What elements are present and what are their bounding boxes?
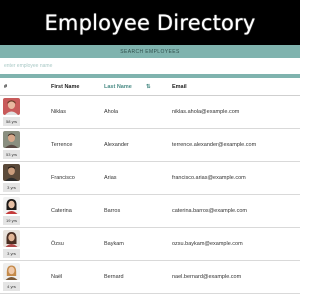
column-header-index: # xyxy=(4,84,8,90)
last-name-cell: Bernard xyxy=(104,274,124,280)
avatar-cell: 3 yrs xyxy=(3,230,20,259)
first-name-cell: Caterina xyxy=(51,208,72,214)
avatar-cell: 58 yrs xyxy=(3,98,20,127)
column-header-last-name[interactable]: Last Name xyxy=(104,84,132,90)
avatar xyxy=(3,263,20,280)
first-name-cell: Niklas xyxy=(51,109,66,115)
table-header-row: # First Name Last Name ⇅ Email xyxy=(0,80,300,96)
age-badge: 4 yrs xyxy=(3,282,20,291)
avatar-cell: 4 yrs xyxy=(3,263,20,292)
page-header: Employee Directory xyxy=(0,0,300,45)
table-row: 58 yrs Niklas Ahola niklas.ahola@example… xyxy=(0,96,300,129)
column-header-first-name[interactable]: First Name xyxy=(51,84,79,90)
first-name-cell: Francisco xyxy=(51,175,75,181)
email-cell: terrence.alexander@example.com xyxy=(172,142,257,148)
last-name-cell: Arias xyxy=(104,175,117,181)
avatar xyxy=(3,197,20,214)
divider-strip xyxy=(0,74,300,78)
table-row: 4 yrs Naël Bernard nael.bernard@example.… xyxy=(0,261,300,294)
avatar xyxy=(3,164,20,181)
table-row: 53 yrs Terrence Alexander terrence.alexa… xyxy=(0,129,300,162)
first-name-cell: Naël xyxy=(51,274,63,280)
email-cell: ozsu.baykam@example.com xyxy=(172,241,243,247)
age-badge: 58 yrs xyxy=(3,117,20,126)
employee-table: # First Name Last Name ⇅ Email 58 yrs Ni… xyxy=(0,80,300,294)
avatar xyxy=(3,131,20,148)
age-badge: 3 yrs xyxy=(3,249,20,258)
last-name-cell: Alexander xyxy=(104,142,129,148)
first-name-cell: Terrence xyxy=(51,142,73,148)
search-input[interactable] xyxy=(0,58,300,74)
avatar-cell: 19 yrs xyxy=(3,197,20,226)
age-badge: 19 yrs xyxy=(3,216,20,225)
email-cell: niklas.ahola@example.com xyxy=(172,109,240,115)
email-cell: nael.bernard@example.com xyxy=(172,274,242,280)
avatar-cell: 3 yrs xyxy=(3,164,20,193)
sort-icon[interactable]: ⇅ xyxy=(146,84,151,90)
avatar xyxy=(3,230,20,247)
search-label: SEARCH EMPLOYEES xyxy=(120,48,180,55)
last-name-cell: Baykam xyxy=(104,241,124,247)
table-row: 3 yrs Francisco Arias francisco.arias@ex… xyxy=(0,162,300,195)
first-name-cell: Özsu xyxy=(51,241,64,247)
page-title: Employee Directory xyxy=(44,10,256,35)
column-header-email: Email xyxy=(172,84,187,90)
age-badge: 53 yrs xyxy=(3,150,20,159)
last-name-cell: Barros xyxy=(104,208,121,214)
avatar-cell: 53 yrs xyxy=(3,131,20,160)
search-label-bar: SEARCH EMPLOYEES xyxy=(0,45,300,58)
last-name-cell: Ahola xyxy=(104,109,119,115)
table-row: 19 yrs Caterina Barros caterina.barros@e… xyxy=(0,195,300,228)
email-cell: francisco.arias@example.com xyxy=(172,175,246,181)
avatar xyxy=(3,98,20,115)
table-row: 3 yrs Özsu Baykam ozsu.baykam@example.co… xyxy=(0,228,300,261)
age-badge: 3 yrs xyxy=(3,183,20,192)
email-cell: caterina.barros@example.com xyxy=(172,208,247,214)
